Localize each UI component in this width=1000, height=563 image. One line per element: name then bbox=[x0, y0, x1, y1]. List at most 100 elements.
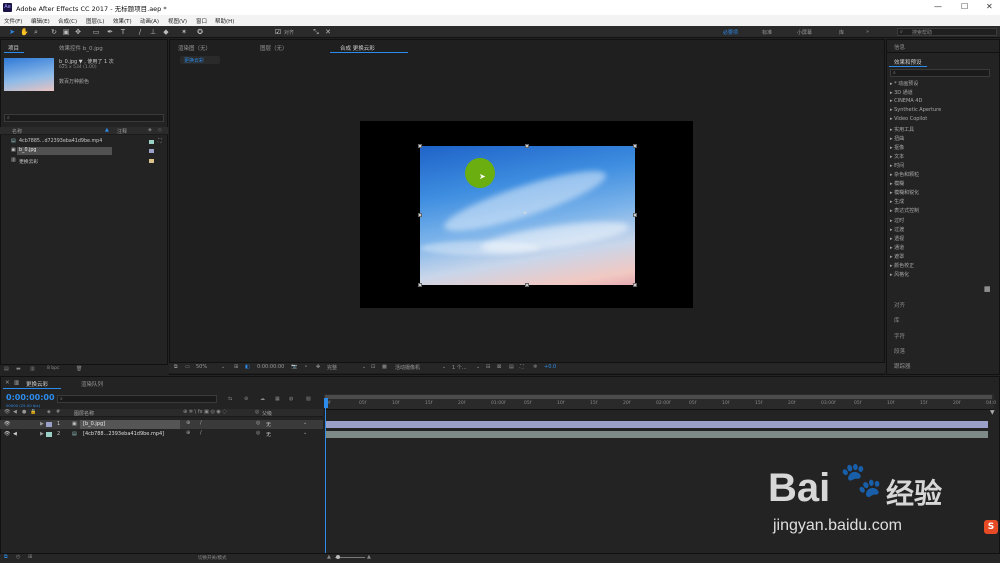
channel-icon[interactable]: ✤ bbox=[316, 364, 320, 370]
effect-category-item[interactable]: ▸ Video Copilot bbox=[890, 116, 927, 122]
tab-render-queue[interactable]: 渲染队列 bbox=[81, 380, 103, 388]
close-tab-icon[interactable]: ✕ bbox=[5, 380, 10, 386]
views-select[interactable]: 1 个... bbox=[452, 364, 467, 371]
transform-handle[interactable] bbox=[418, 213, 422, 217]
effect-category-item[interactable]: ▸ 生成 bbox=[890, 198, 904, 205]
draft-3d-icon[interactable]: ⊛ bbox=[244, 396, 248, 402]
new-composition-icon[interactable]: ▥ bbox=[30, 366, 35, 372]
effect-category-item[interactable]: ▸ 模糊 bbox=[890, 180, 904, 187]
tab-info[interactable]: 信息 bbox=[894, 43, 905, 51]
effect-category-item[interactable]: ▸ 实用工具 bbox=[890, 126, 914, 133]
zoom-out-icon[interactable]: ▲ bbox=[327, 554, 331, 560]
pan-behind-tool-icon[interactable]: ✥ bbox=[74, 28, 82, 36]
list-item[interactable]: ▣ b_0.jpg bbox=[0, 147, 168, 155]
always-preview-icon[interactable]: ⧉ bbox=[174, 364, 178, 370]
timeline-icon[interactable]: ▤ bbox=[509, 364, 514, 370]
frame-blending-icon[interactable]: ▦ bbox=[275, 396, 280, 402]
visibility-eye-icon[interactable]: 👁 bbox=[4, 431, 10, 437]
effect-category-item[interactable]: ▸ 过渡 bbox=[890, 226, 904, 233]
panel-library[interactable]: 库 bbox=[894, 316, 900, 324]
current-timecode[interactable]: 0:00:00:00 bbox=[6, 393, 55, 402]
tab-render-viewer[interactable]: 渲染图（无） bbox=[178, 44, 211, 52]
hand-tool-icon[interactable]: ✋ bbox=[20, 28, 29, 36]
menu-composition[interactable]: 合成(C) bbox=[58, 17, 77, 25]
effect-category-item[interactable]: ▸ Synthetic Aperture bbox=[890, 107, 941, 113]
tab-effect-controls[interactable]: 效果控件 b_0.jpg bbox=[59, 44, 103, 52]
transform-handle[interactable] bbox=[418, 283, 422, 287]
minimize-button[interactable]: — bbox=[934, 2, 942, 11]
parent-select[interactable]: 无 bbox=[266, 431, 271, 438]
toggle-pixel-icon[interactable]: ⊟ bbox=[486, 364, 490, 370]
transform-handle[interactable] bbox=[525, 144, 529, 148]
table-row[interactable]: 👁 ◀ ▶ 2 ▤ [4cb788...2393eba41d9be.mp4] ⊕… bbox=[0, 430, 323, 439]
sogou-s-icon[interactable]: S bbox=[984, 520, 998, 534]
comp-flowchart-icon[interactable]: ⇆ bbox=[228, 396, 232, 402]
align-checkbox-icon[interactable]: ☑ bbox=[274, 28, 282, 36]
workspace-library[interactable]: 库 bbox=[839, 29, 844, 36]
zoom-slider-thumb[interactable] bbox=[336, 555, 340, 559]
effect-category-item[interactable]: ▸ 模糊和锐化 bbox=[890, 189, 919, 196]
column-name[interactable]: 名称 bbox=[12, 128, 22, 135]
rotate-tool-icon[interactable]: ↻ bbox=[50, 28, 58, 36]
effect-category-item[interactable]: ▸ CINEMA 4D bbox=[890, 98, 922, 104]
sky-image-layer[interactable] bbox=[420, 146, 635, 285]
new-preset-icon[interactable]: ▦ bbox=[984, 285, 991, 293]
effect-category-item[interactable]: ▸ 遮罩 bbox=[890, 253, 904, 260]
clone-tool-icon[interactable]: ⊥ bbox=[149, 28, 157, 36]
eraser-tool-icon[interactable]: ◆ bbox=[162, 28, 170, 36]
effect-category-item[interactable]: ▸ 通道 bbox=[890, 244, 904, 251]
layer-name[interactable]: [b_0.jpg] bbox=[83, 421, 105, 427]
menu-help[interactable]: 帮助(H) bbox=[215, 17, 234, 25]
expand-arrow-icon[interactable]: ▶ bbox=[40, 431, 44, 437]
effect-category-item[interactable]: ▸ 文本 bbox=[890, 153, 904, 160]
comp-subtab[interactable]: 更换云彩 bbox=[180, 56, 220, 64]
toggle-switches-modes[interactable]: 切换开关/模式 bbox=[198, 555, 227, 561]
selection-tool-icon[interactable]: ➤ bbox=[8, 28, 16, 36]
column-comment[interactable]: 注释 bbox=[117, 128, 127, 135]
tab-timeline-comp[interactable]: 更换云彩 bbox=[26, 380, 48, 388]
column-parent[interactable]: 父级 bbox=[262, 410, 272, 417]
menu-view[interactable]: 视图(V) bbox=[168, 17, 187, 25]
roto-brush-tool-icon[interactable]: ✶ bbox=[180, 28, 188, 36]
menu-window[interactable]: 窗口 bbox=[196, 17, 207, 25]
motion-blur-icon[interactable]: ◍ bbox=[289, 396, 293, 402]
layer-switches-icon[interactable]: ⧉ bbox=[4, 554, 8, 560]
layer-1-duration-bar[interactable] bbox=[326, 421, 988, 428]
label-color-swatch[interactable] bbox=[46, 422, 52, 427]
timeline-search-input[interactable]: ⌕ bbox=[57, 395, 217, 403]
resolution-grid-icon[interactable]: ⊞ bbox=[234, 364, 238, 370]
maximize-button[interactable]: ☐ bbox=[961, 2, 968, 11]
viewer-timecode[interactable]: 0:00:00:00 bbox=[257, 364, 284, 370]
panel-align[interactable]: 对齐 bbox=[894, 301, 905, 309]
project-search-input[interactable]: ⌕ bbox=[4, 114, 164, 122]
effect-category-item[interactable]: ▸ 透视 bbox=[890, 235, 904, 242]
exposure-reset-icon[interactable]: ✲ bbox=[533, 364, 537, 370]
transparency-grid-icon[interactable]: ▩ bbox=[382, 364, 387, 370]
zoom-in-icon[interactable]: ▲ bbox=[367, 554, 371, 560]
panel-paragraph[interactable]: 段落 bbox=[894, 347, 905, 355]
visibility-eye-icon[interactable]: 👁 bbox=[4, 421, 10, 427]
interpret-footage-icon[interactable]: ▤ bbox=[4, 366, 9, 372]
graph-editor-icon[interactable]: ▧ bbox=[306, 396, 311, 402]
mask-toggle-icon[interactable]: ◧ bbox=[245, 364, 250, 370]
menu-animation[interactable]: 动画(A) bbox=[140, 17, 159, 25]
brush-tool-icon[interactable]: ∕ bbox=[136, 28, 144, 36]
layer-name[interactable]: [4cb788...2393eba41d9be.mp4] bbox=[83, 431, 164, 437]
effect-category-item[interactable]: ▸ 杂色和颗粒 bbox=[890, 171, 919, 178]
workspace-standard[interactable]: 标准 bbox=[762, 29, 772, 36]
snapshot-icon[interactable]: 📷 bbox=[291, 364, 297, 370]
menu-layer[interactable]: 图层(L) bbox=[86, 17, 104, 25]
workspace-more-icon[interactable]: » bbox=[866, 29, 869, 35]
table-row[interactable]: 👁 ▶ 1 ▣ [b_0.jpg] ⊕ / ◎ 无 ⌄ bbox=[0, 420, 323, 429]
zoom-select[interactable]: 50% bbox=[196, 364, 207, 370]
menu-edit[interactable]: 编辑(E) bbox=[31, 17, 50, 25]
effect-category-item[interactable]: ▸ 风格化 bbox=[890, 271, 909, 278]
workspace-small-screen[interactable]: 小屏幕 bbox=[797, 29, 812, 36]
shy-layers-icon[interactable]: ☁ bbox=[260, 396, 265, 402]
parent-select[interactable]: 无 bbox=[266, 421, 271, 428]
fast-preview-icon[interactable]: ⊠ bbox=[497, 364, 501, 370]
effect-category-item[interactable]: ▸ 抠像 bbox=[890, 144, 904, 151]
list-item[interactable]: ▤ 4cb7885...d72393eba41d9be.mp4 ⛶ bbox=[0, 138, 168, 146]
audio-toggle-icon[interactable]: ◀ bbox=[13, 431, 17, 437]
anchor-point-icon[interactable]: ⌖ bbox=[523, 209, 527, 218]
